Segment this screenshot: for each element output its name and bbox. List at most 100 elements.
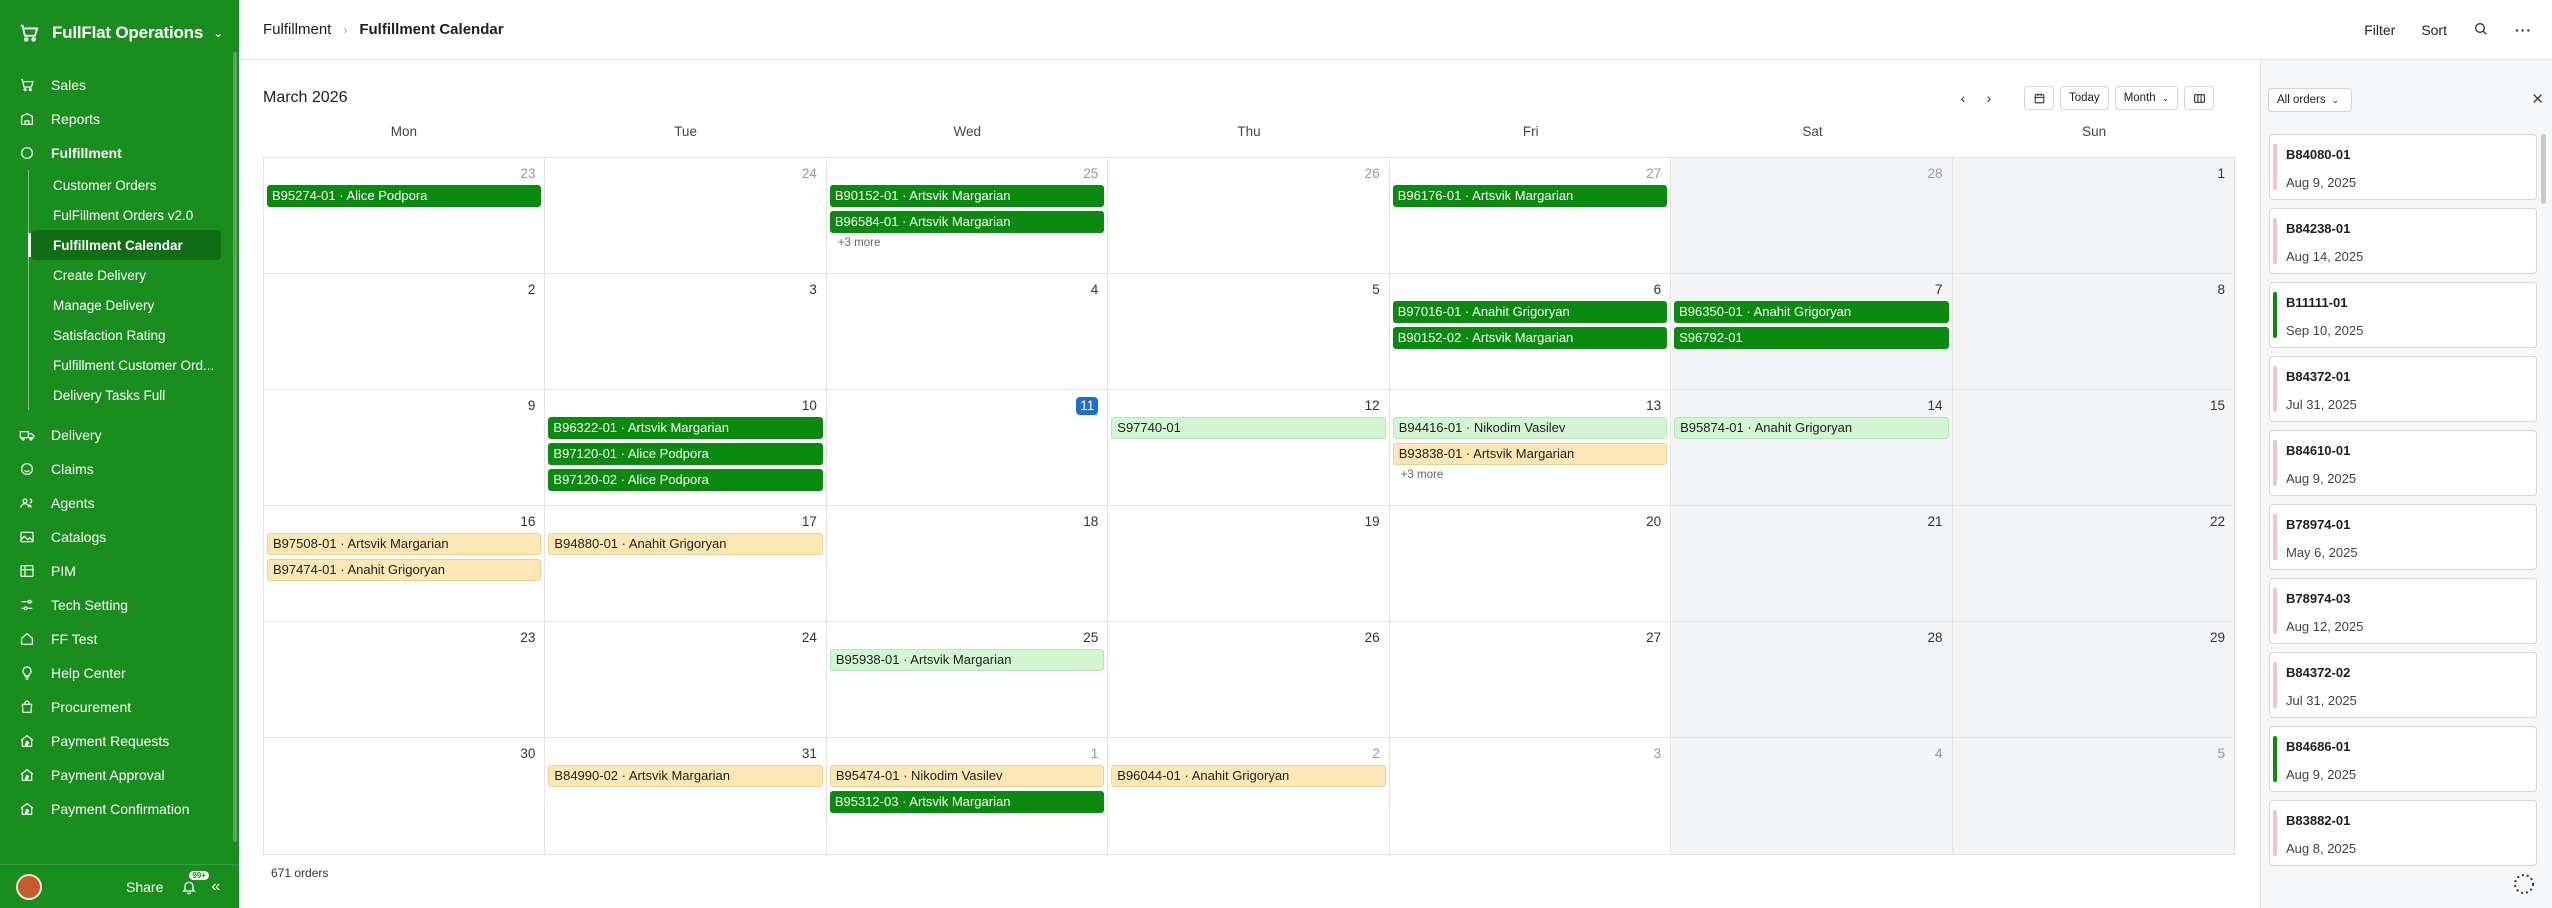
order-card[interactable]: B84372-01 Jul 31, 2025	[2269, 356, 2537, 422]
sidebar-subitem-create-delivery[interactable]: Create Delivery	[29, 260, 221, 290]
day-cell[interactable]: 1 B95474-01 · Nikodim Vasilev B95312-03 · …	[827, 738, 1109, 854]
breadcrumb-parent[interactable]: Fulfillment	[263, 21, 331, 38]
order-card[interactable]: B83882-01 Aug 8, 2025	[2269, 800, 2537, 866]
sort-button[interactable]: Sort	[2421, 22, 2447, 38]
orders-scrollbar[interactable]	[2541, 134, 2546, 204]
day-cell[interactable]: 13 B94416-01 · Nikodim Vasilev B93838-01 ·…	[1389, 390, 1672, 506]
day-cell[interactable]: 28	[1671, 622, 1953, 738]
calendar-event[interactable]: B95938-01 · Artsvik Margarian	[829, 649, 1105, 671]
day-cell[interactable]: 6 B97016-01 · Anahit Grigoryan B90152-02 ·…	[1389, 274, 1672, 390]
day-cell[interactable]: 3	[1390, 738, 1672, 854]
calendar-event[interactable]: B97016-01 · Anahit Grigoryan	[1392, 301, 1668, 323]
calendar-event[interactable]: B97120-01 · Alice Podpora	[548, 443, 823, 465]
day-cell[interactable]: 29	[1952, 622, 2234, 738]
day-cell[interactable]: 15	[1952, 390, 2234, 506]
collapse-sidebar-icon[interactable]: «	[211, 878, 220, 896]
calendar-event[interactable]: B90152-02 · Artsvik Margarian	[1392, 327, 1668, 349]
today-button[interactable]: Today	[2060, 86, 2109, 110]
next-month-button[interactable]: ›	[1976, 86, 2002, 110]
day-cell[interactable]: 4	[826, 274, 1109, 390]
day-cell[interactable]: 20	[1389, 506, 1672, 622]
day-cell[interactable]: 23	[264, 622, 546, 738]
day-cell[interactable]: 2 B96044-01 · Anahit Grigoryan	[1108, 738, 1390, 854]
more-events-link[interactable]: +3 more	[1393, 469, 1667, 481]
prev-month-button[interactable]: ‹	[1950, 86, 1976, 110]
day-cell[interactable]: 21	[1671, 506, 1953, 622]
notifications-button[interactable]: 99+	[181, 870, 209, 895]
calendar-event[interactable]: B95474-01 · Nikodim Vasilev	[829, 765, 1105, 787]
sidebar-item-payment-approval[interactable]: Payment Approval	[0, 758, 239, 792]
orders-filter-select[interactable]: All orders ⌄	[2268, 88, 2352, 112]
day-cell[interactable]: 5	[1952, 738, 2234, 854]
day-cell[interactable]: 28	[1671, 158, 1953, 274]
date-picker-button[interactable]	[2024, 86, 2054, 110]
share-button[interactable]: Share	[126, 879, 163, 895]
sidebar-subitem-fulfillment-orders-v2-0[interactable]: FulFillment Orders v2.0	[29, 200, 221, 230]
day-cell[interactable]: 7 B96350-01 · Anahit Grigoryan S96792-01	[1671, 274, 1953, 390]
day-cell[interactable]: 1	[1952, 158, 2234, 274]
day-cell[interactable]: 23 B95274-01 · Alice Podpora	[264, 158, 546, 274]
sidebar-scrollbar[interactable]	[233, 52, 237, 842]
day-cell[interactable]: 30	[264, 738, 546, 854]
sidebar-item-claims[interactable]: Claims	[0, 452, 239, 486]
day-cell[interactable]: 31 B84990-02 · Artsvik Margarian	[545, 738, 827, 854]
view-select[interactable]: Month ⌄	[2114, 86, 2179, 110]
sidebar-subitem-fulfillment-calendar[interactable]: Fulfillment Calendar	[31, 230, 221, 260]
calendar-event[interactable]: B95874-01 · Anahit Grigoryan	[1674, 417, 1949, 439]
sidebar-subitem-satisfaction-rating[interactable]: Satisfaction Rating	[29, 320, 221, 350]
order-card[interactable]: B84610-01 Aug 9, 2025	[2269, 430, 2537, 496]
sidebar-subitem-manage-delivery[interactable]: Manage Delivery	[29, 290, 221, 320]
filter-button[interactable]: Filter	[2364, 22, 2395, 38]
calendar-event[interactable]: B95274-01 · Alice Podpora	[267, 185, 542, 207]
avatar[interactable]	[16, 873, 42, 900]
calendar-event[interactable]: B96322-01 · Artsvik Margarian	[548, 417, 823, 439]
sidebar-item-delivery[interactable]: Delivery	[0, 418, 239, 452]
order-card[interactable]: B84080-01 Aug 9, 2025	[2269, 134, 2537, 200]
day-cell[interactable]: 16 B97508-01 · Artsvik Margarian B97474-01…	[264, 506, 546, 622]
day-cell[interactable]: 26	[1108, 622, 1390, 738]
sidebar-item-tech-setting[interactable]: Tech Setting	[0, 588, 239, 622]
calendar-event[interactable]: B84990-02 · Artsvik Margarian	[548, 765, 823, 787]
day-cell[interactable]: 27	[1389, 622, 1672, 738]
day-cell[interactable]: 14 B95874-01 · Anahit Grigoryan	[1671, 390, 1953, 506]
calendar-event[interactable]: B94416-01 · Nikodim Vasilev	[1392, 417, 1668, 439]
calendar-event[interactable]: B96176-01 · Artsvik Margarian	[1392, 185, 1668, 207]
calendar-event[interactable]: B96584-01 · Artsvik Margarian	[829, 211, 1105, 233]
day-cell[interactable]: 4	[1671, 738, 1953, 854]
day-cell[interactable]: 9	[264, 390, 546, 506]
calendar-event[interactable]: B95312-03 · Artsvik Margarian	[829, 791, 1105, 813]
order-card[interactable]: B78974-03 Aug 12, 2025	[2269, 578, 2537, 644]
sidebar-subitem-customer-orders[interactable]: Customer Orders	[29, 170, 221, 200]
calendar-event[interactable]: B97508-01 · Artsvik Margarian	[267, 533, 542, 555]
sidebar-subitem-fulfillment-customer-ord[interactable]: Fulfillment Customer Ord...	[29, 350, 221, 380]
day-cell[interactable]: 26	[1108, 158, 1390, 274]
order-card[interactable]: B84238-01 Aug 14, 2025	[2269, 208, 2537, 274]
sidebar-item-sales[interactable]: Sales	[0, 68, 239, 102]
sidebar-item-catalogs[interactable]: Catalogs	[0, 520, 239, 554]
order-card[interactable]: B84372-02 Jul 31, 2025	[2269, 652, 2537, 718]
day-cell[interactable]: 5	[1108, 274, 1390, 390]
day-cell[interactable]: 24	[545, 622, 827, 738]
day-cell[interactable]: 25 B90152-01 · Artsvik Margarian B96584-01…	[826, 158, 1109, 274]
calendar-event[interactable]: B97474-01 · Anahit Grigoryan	[267, 559, 542, 581]
close-icon[interactable]: ✕	[2531, 90, 2544, 108]
sidebar-item-fulfillment[interactable]: Fulfillment	[0, 136, 239, 170]
sidebar-item-help-center[interactable]: Help Center	[0, 656, 239, 690]
day-cell[interactable]: 12 S97740-01	[1108, 390, 1390, 506]
sidebar-item-payment-requests[interactable]: Payment Requests	[0, 724, 239, 758]
calendar-event[interactable]: B94880-01 · Anahit Grigoryan	[548, 533, 823, 555]
sidebar-item-reports[interactable]: Reports	[0, 102, 239, 136]
day-cell[interactable]: 18	[826, 506, 1109, 622]
day-cell[interactable]: 2	[264, 274, 546, 390]
calendar-event[interactable]: B96044-01 · Anahit Grigoryan	[1111, 765, 1386, 787]
day-cell[interactable]: 3	[545, 274, 827, 390]
day-cell[interactable]: 19	[1108, 506, 1390, 622]
sidebar-item-agents[interactable]: Agents	[0, 486, 239, 520]
order-card[interactable]: B78974-01 May 6, 2025	[2269, 504, 2537, 570]
day-cell[interactable]: 24	[545, 158, 827, 274]
sidebar-subitem-delivery-tasks-full[interactable]: Delivery Tasks Full	[29, 380, 221, 410]
sidebar-item-pim[interactable]: PIM	[0, 554, 239, 588]
day-cell[interactable]: 27 B96176-01 · Artsvik Margarian	[1389, 158, 1672, 274]
calendar-event[interactable]: B93838-01 · Artsvik Margarian	[1392, 443, 1668, 465]
calendar-event[interactable]: B97120-02 · Alice Podpora	[548, 469, 823, 491]
